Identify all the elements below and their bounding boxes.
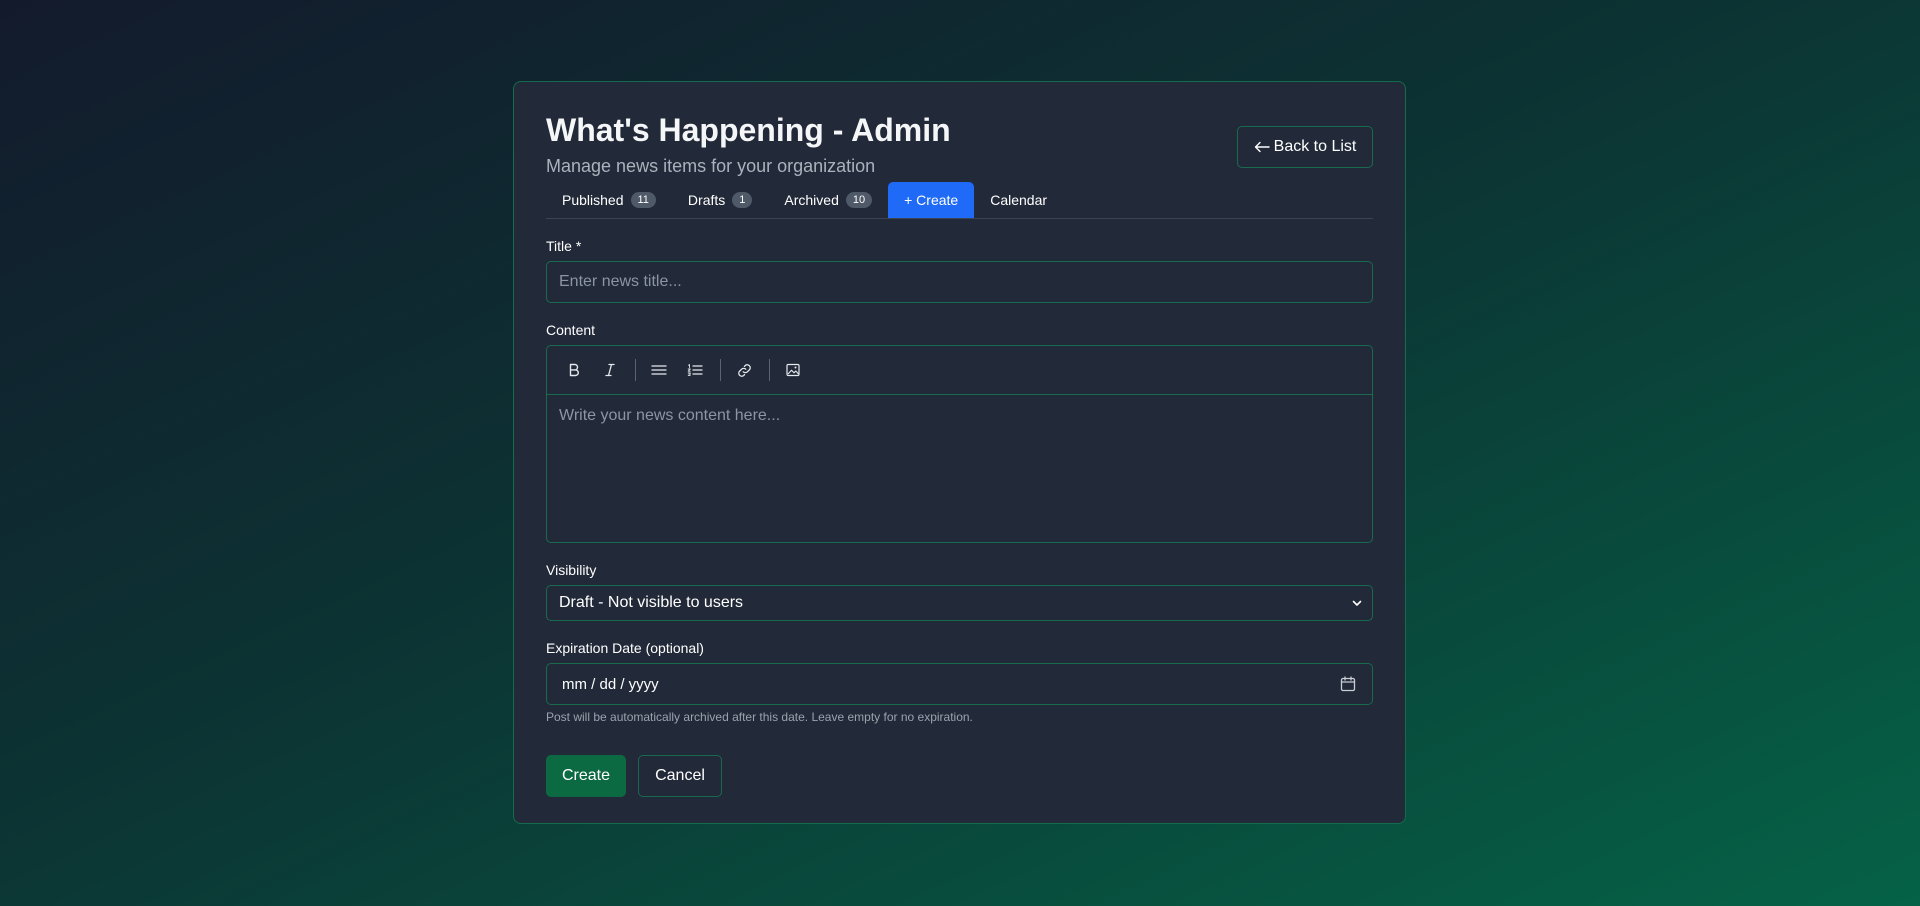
count-badge: 10 xyxy=(845,192,873,208)
tab-label: Drafts xyxy=(687,192,726,208)
toolbar-divider xyxy=(635,359,636,381)
visibility-field-label: Visibility xyxy=(546,562,597,578)
admin-card: What's Happening - Admin Manage news ite… xyxy=(513,81,1406,824)
calendar-icon[interactable] xyxy=(1340,676,1356,692)
expiration-field-label: Expiration Date (optional) xyxy=(546,640,704,656)
expiration-date-input[interactable]: mm / dd / yyyy xyxy=(546,663,1373,705)
tab-label: Calendar xyxy=(990,192,1048,208)
news-form: Title * Content xyxy=(546,239,1373,797)
tab-archived[interactable]: Archived 10 xyxy=(768,182,888,218)
tab-published[interactable]: Published 11 xyxy=(546,182,672,218)
italic-button[interactable] xyxy=(595,355,625,385)
visibility-select[interactable]: Draft - Not visible to users xyxy=(546,585,1373,621)
link-button[interactable] xyxy=(729,355,759,385)
content-placeholder: Write your news content here... xyxy=(559,407,781,424)
tab-create[interactable]: + Create xyxy=(888,182,975,218)
page-title: What's Happening - Admin xyxy=(546,112,951,148)
count-badge: 11 xyxy=(630,192,656,208)
chevron-down-icon xyxy=(1352,599,1362,607)
back-to-list-label: Back to List xyxy=(1273,138,1357,155)
tab-calendar[interactable]: Calendar xyxy=(974,182,1063,218)
create-button[interactable]: Create xyxy=(546,755,626,797)
date-placeholder: mm / dd / yyyy xyxy=(562,675,659,693)
visibility-value: Draft - Not visible to users xyxy=(559,594,744,611)
image-icon xyxy=(786,363,800,377)
numbered-list-button[interactable] xyxy=(680,355,710,385)
title-input[interactable] xyxy=(546,261,1373,303)
expiration-help-text: Post will be automatically archived afte… xyxy=(546,710,973,724)
image-button[interactable] xyxy=(778,355,808,385)
editor-toolbar xyxy=(547,346,1372,395)
bold-button[interactable] xyxy=(559,355,589,385)
page-subtitle: Manage news items for your organization xyxy=(546,156,876,176)
toolbar-divider xyxy=(720,359,721,381)
bullet-list-button[interactable] xyxy=(644,355,674,385)
numbered-list-icon xyxy=(687,363,703,377)
toolbar-divider xyxy=(769,359,770,381)
tab-label: Archived xyxy=(784,192,839,208)
form-actions: Create Cancel xyxy=(546,755,1373,797)
page-header: What's Happening - Admin Manage news ite… xyxy=(546,82,1373,182)
italic-icon xyxy=(603,363,617,377)
tab-drafts[interactable]: Drafts 1 xyxy=(672,182,768,218)
title-field-label: Title * xyxy=(546,238,582,254)
bullet-list-icon xyxy=(651,363,667,377)
link-icon xyxy=(737,363,752,378)
bold-icon xyxy=(567,363,581,377)
tab-label: + Create xyxy=(904,192,959,208)
tab-label: Published xyxy=(562,192,624,208)
arrow-left-icon xyxy=(1254,141,1270,153)
tab-bar: Published 11 Drafts 1 Archived 10 + Crea… xyxy=(546,182,1373,219)
content-editor: Write your news content here... xyxy=(546,345,1373,543)
count-badge: 1 xyxy=(732,192,753,208)
back-to-list-button[interactable]: Back to List xyxy=(1237,126,1373,168)
cancel-button[interactable]: Cancel xyxy=(638,755,722,797)
content-textarea[interactable]: Write your news content here... xyxy=(547,395,1372,542)
content-field-label: Content xyxy=(546,322,596,338)
